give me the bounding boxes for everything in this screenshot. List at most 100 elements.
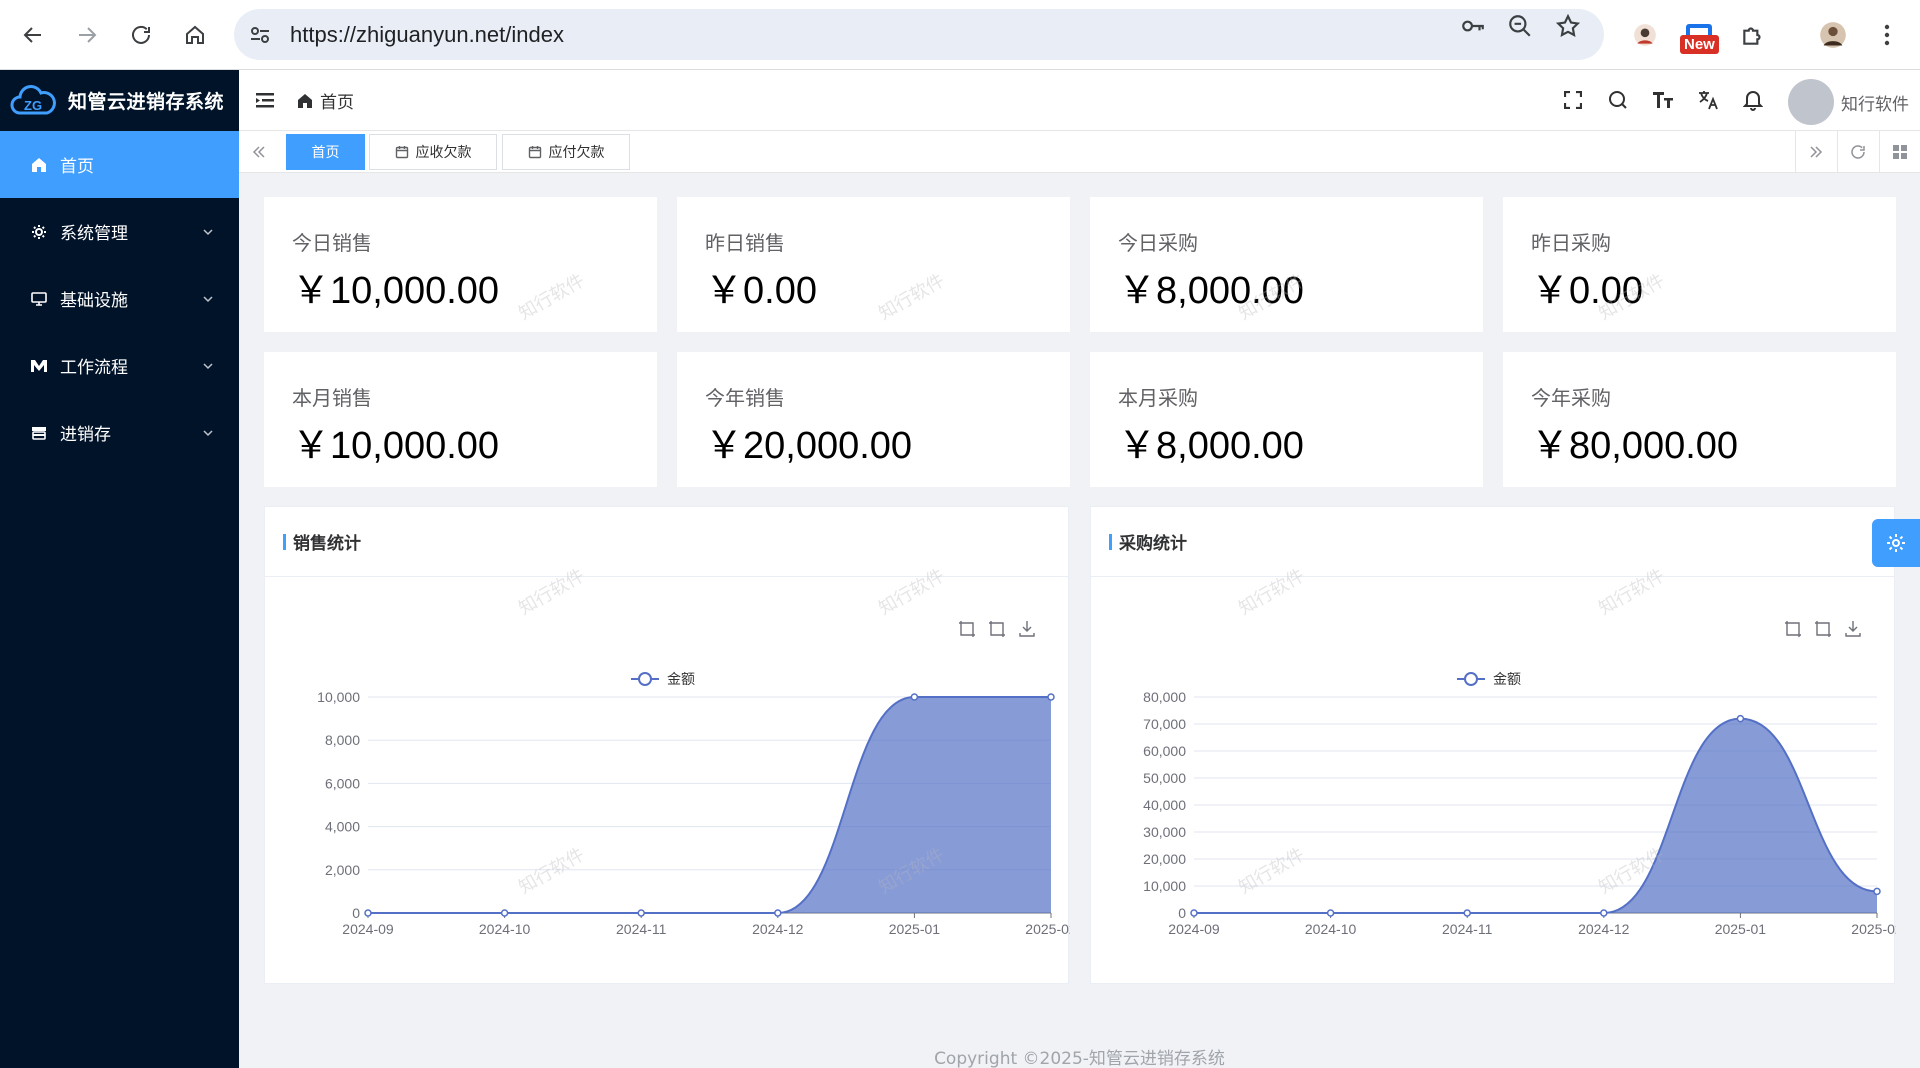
avatar[interactable] <box>1788 79 1834 125</box>
zoom-icon <box>959 621 975 637</box>
x-tick-label: 2024-09 <box>342 921 394 937</box>
app-logo[interactable]: ZG 知管云进销存系统 <box>0 70 239 131</box>
tab-grid-menu-icon[interactable] <box>1879 131 1919 172</box>
site-settings-icon[interactable] <box>248 23 272 47</box>
data-point <box>1600 909 1608 917</box>
sidebar-item-0[interactable]: 首页 <box>0 131 239 198</box>
sidebar-item-1[interactable]: 系统管理 <box>0 198 239 265</box>
data-point <box>910 693 919 701</box>
notification-bell-icon[interactable] <box>1741 88 1765 112</box>
x-tick-label: 2024-12 <box>1578 921 1630 937</box>
sidebar-item-3[interactable]: 工作流程 <box>0 332 239 399</box>
tab-2[interactable]: 应付欠款 <box>502 134 630 170</box>
browser-menu-icon[interactable] <box>1870 18 1904 52</box>
legend-label: 金额 <box>1493 671 1521 687</box>
y-tick-label: 0 <box>1178 905 1186 921</box>
y-tick-label: 8,000 <box>325 732 360 748</box>
stat-label: 本月销售 <box>292 386 372 410</box>
tab-1[interactable]: 应收欠款 <box>369 134 497 170</box>
sidebar-item-label: 进销存 <box>60 425 111 445</box>
profile-extension-icon[interactable] <box>1628 18 1662 52</box>
zoom-icon[interactable] <box>1507 13 1533 39</box>
stat-card: 今年销售 ￥20,000.00 <box>677 352 1070 487</box>
y-tick-label: 0 <box>352 905 360 921</box>
refresh-tab-icon[interactable] <box>1837 131 1877 172</box>
bookmark-star-icon[interactable] <box>1555 13 1581 39</box>
y-tick-label: 80,000 <box>1143 689 1186 705</box>
y-tick-label: 4,000 <box>325 819 360 835</box>
address-bar[interactable]: https://zhiguanyun.net/index <box>234 9 1604 60</box>
tabs-scroll-right-icon[interactable] <box>1795 131 1835 172</box>
sales-area-chart: 金额 0 2,000 4,000 6,000 8,000 10,000 2024-09 2024… <box>317 621 1070 937</box>
tab-label: 应收欠款 <box>415 145 472 161</box>
tab-label: 首页 <box>311 145 340 161</box>
breadcrumb[interactable]: 首页 <box>296 88 354 113</box>
y-tick-label: 30,000 <box>1143 824 1186 840</box>
download-icon <box>1845 621 1861 637</box>
store-icon <box>30 424 48 442</box>
font-size-icon[interactable] <box>1651 88 1675 112</box>
extensions-puzzle-icon[interactable] <box>1736 18 1770 52</box>
legend-marker <box>638 672 652 686</box>
user-avatar-icon[interactable] <box>1816 18 1850 52</box>
hamburger-menu-icon[interactable] <box>254 89 276 111</box>
data-point <box>1463 909 1471 917</box>
sidebar-item-label: 首页 <box>60 157 94 177</box>
stat-value: ￥0.00 <box>705 270 817 312</box>
stat-value: ￥8,000.00 <box>1118 425 1304 467</box>
x-tick-label: 2025-02 <box>1851 921 1896 937</box>
sidebar-item-2[interactable]: 基础设施 <box>0 265 239 332</box>
sidebar-item-label: 工作流程 <box>60 358 128 378</box>
data-point <box>364 909 372 917</box>
y-tick-label: 60,000 <box>1143 743 1186 759</box>
reload-icon[interactable] <box>124 18 158 52</box>
zoom-reset-icon-path <box>1815 621 1831 637</box>
calendar-icon <box>528 146 541 159</box>
y-tick-label: 10,000 <box>317 689 360 705</box>
calendar-icon <box>395 146 408 159</box>
translate-icon[interactable] <box>1696 88 1720 112</box>
forward-icon[interactable] <box>70 18 104 52</box>
x-tick-label: 2025-02 <box>1025 921 1070 937</box>
username[interactable]: 知行软件 <box>1841 90 1909 115</box>
home-icon <box>30 156 48 174</box>
fullscreen-icon[interactable] <box>1561 88 1585 112</box>
home-icon[interactable] <box>178 18 212 52</box>
tabs-bar: 首页 应收欠款 应付欠款 <box>239 131 1920 173</box>
y-tick-label: 20,000 <box>1143 851 1186 867</box>
sidebar-item-4[interactable]: 进销存 <box>0 399 239 466</box>
stat-label: 今年销售 <box>705 386 785 410</box>
gear-icon <box>30 223 48 241</box>
settings-gear-button[interactable] <box>1872 519 1920 567</box>
title-accent-bar <box>283 533 286 550</box>
back-icon[interactable] <box>16 18 50 52</box>
tab-0[interactable]: 首页 <box>286 134 365 170</box>
stat-card: 昨日采购 ￥0.00 <box>1503 197 1896 332</box>
gear-icon <box>1887 534 1905 552</box>
sidebar: ZG 知管云进销存系统 首页系统管理基础设施工作流程进销存 <box>0 70 239 1068</box>
password-key-icon[interactable] <box>1460 13 1486 39</box>
stat-value: ￥10,000.00 <box>292 425 500 467</box>
url-text[interactable]: https://zhiguanyun.net/index <box>290 22 564 48</box>
stat-label: 本月采购 <box>1118 386 1198 410</box>
series-area <box>1194 718 1877 913</box>
tabs-scroll-left-icon[interactable] <box>239 131 279 172</box>
y-tick-label: 70,000 <box>1143 716 1186 732</box>
breadcrumb-label: 首页 <box>320 93 354 113</box>
series-area <box>368 697 1051 913</box>
data-point <box>1326 909 1335 917</box>
sidebar-item-label: 系统管理 <box>60 224 128 244</box>
download-icon-path <box>1845 621 1861 637</box>
x-tick-label: 2024-11 <box>1442 921 1493 937</box>
zoom-icon-path <box>1785 621 1801 637</box>
search-icon[interactable] <box>1606 88 1630 112</box>
new-badge: New <box>1680 35 1719 54</box>
stat-label: 今年采购 <box>1531 386 1611 410</box>
legend-label: 金额 <box>667 671 695 687</box>
data-point <box>637 909 645 917</box>
chevron-down-icon <box>201 425 215 439</box>
stat-value: ￥8,000.00 <box>1118 270 1304 312</box>
panel-title: 销售统计 <box>293 534 361 554</box>
x-tick-label: 2024-12 <box>752 921 804 937</box>
purchase-stats-panel: 采购统计 金额 0 10,000 20,000 30,000 40,000 50,000 60… <box>1090 506 1896 984</box>
